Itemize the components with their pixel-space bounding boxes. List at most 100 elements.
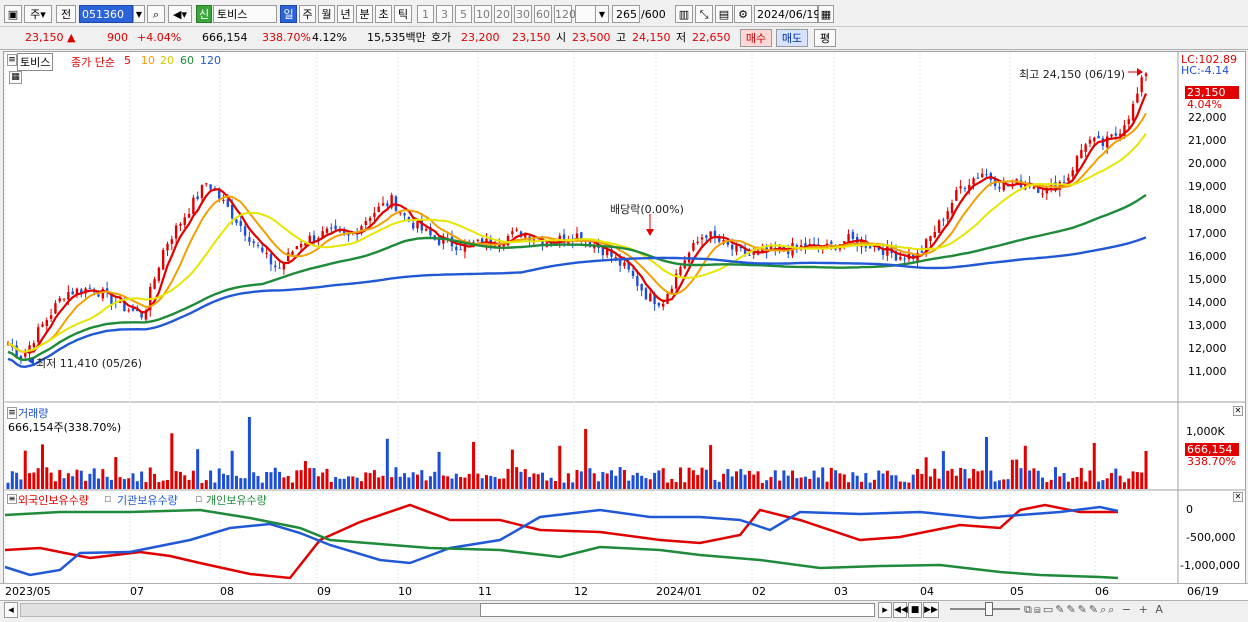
candle-body (209, 184, 212, 190)
fast-forward-icon[interactable]: ▶▶ (923, 602, 939, 618)
candle-body (976, 177, 980, 179)
volume-bar (71, 476, 75, 489)
volume-bar (459, 476, 463, 489)
candle-body (1131, 103, 1135, 121)
volume-bar (209, 470, 213, 489)
volume-bar (1131, 471, 1135, 489)
volume-bar (894, 475, 898, 489)
volume-bar (985, 436, 989, 489)
candle-body (368, 218, 372, 221)
volume-bar (372, 470, 376, 489)
volume-bar (424, 480, 428, 489)
volume-bar (980, 470, 984, 489)
candle-body (88, 287, 92, 289)
volume-bar (416, 474, 420, 489)
volume-bar (213, 482, 217, 489)
volume-bar (1140, 472, 1144, 489)
volume-bar (342, 478, 346, 489)
volume-panel-menu-icon[interactable]: ≡ (7, 407, 17, 419)
volume-bar (497, 478, 501, 489)
volume-bar (597, 481, 601, 489)
legend-individual: 개인보유수량 (206, 494, 267, 507)
legend-foreign: 외국인보유수량 (18, 494, 89, 507)
volume-bar (19, 479, 23, 489)
volume-bar (791, 470, 795, 489)
candle-body (705, 235, 708, 238)
price-y-tick: 19,000 (1188, 180, 1227, 194)
candle-body (459, 249, 462, 251)
volume-bar (515, 467, 519, 489)
candle-body (295, 246, 299, 250)
volume-bar (381, 475, 385, 489)
volume-bar (92, 468, 96, 489)
holding-y-tick-0: 0 (1186, 503, 1193, 516)
candle-body (127, 310, 130, 312)
candle-body (1140, 77, 1143, 93)
foreign-legend-icon: ≡ (7, 494, 17, 504)
candle-body (325, 228, 329, 233)
candle-body (696, 241, 699, 244)
candle-body (291, 251, 294, 255)
volume-bar (295, 470, 299, 489)
volume-bar (881, 473, 885, 489)
volume-bar (691, 470, 695, 489)
scroll-right-icon[interactable]: ▸ (878, 602, 892, 618)
candle-body (1097, 135, 1100, 139)
holding-y-tick-1: -500,000 (1186, 531, 1236, 544)
candle-body (248, 237, 251, 242)
candle-body (377, 206, 380, 213)
scroll-thumb[interactable] (480, 603, 875, 617)
volume-bar (1105, 478, 1109, 489)
candle-body (174, 225, 178, 239)
zoom-slider-handle[interactable] (985, 602, 993, 616)
rewind-icon[interactable]: ◀◀ (893, 602, 908, 618)
volume-close-icon[interactable]: ✕ (1233, 406, 1243, 416)
scroll-left-icon[interactable]: ◂ (4, 602, 18, 618)
volume-bar (717, 481, 721, 489)
x-axis-label: 10 (398, 585, 412, 598)
volume-bar (385, 438, 389, 489)
volume-bar (950, 468, 954, 489)
tool-icons[interactable]: ⧉⧈▭✎✎✎✎⌕⌕ − + A (1024, 603, 1165, 617)
volume-bar (713, 479, 717, 489)
stop-icon[interactable]: ■ (908, 602, 922, 618)
volume-bar (153, 473, 157, 489)
volume-bar (1144, 451, 1148, 489)
candle-body (200, 185, 204, 199)
volume-y-tick: 1,000K (1186, 425, 1225, 438)
candle-body (403, 213, 406, 216)
volume-bar (1066, 481, 1070, 489)
volume-bar (812, 470, 816, 489)
volume-bar (864, 473, 868, 489)
volume-bar (1032, 468, 1036, 489)
volume-bar (23, 450, 27, 489)
volume-bar (928, 476, 932, 489)
candle-body (1088, 139, 1092, 144)
candle-body (899, 256, 902, 260)
volume-bar (855, 475, 859, 489)
candle-body (1075, 155, 1079, 173)
candle-body (32, 343, 36, 348)
candle-body (347, 234, 350, 236)
volume-bar (157, 482, 161, 489)
volume-bar (489, 475, 493, 489)
candle-body (192, 197, 195, 214)
candle-body (230, 204, 234, 219)
volume-bar (394, 467, 398, 489)
volume-bar (747, 470, 751, 489)
scroll-track[interactable] (20, 603, 490, 617)
candle-body (937, 220, 941, 233)
candle-body (187, 213, 191, 218)
candle-body (58, 298, 61, 302)
volume-bar (118, 477, 122, 489)
dividend-arrowhead-icon (646, 229, 654, 236)
holding-close-icon[interactable]: ✕ (1233, 492, 1243, 502)
panel-menu-icon[interactable]: ≡ (7, 54, 17, 66)
grid-toggle-icon[interactable]: ▦ (9, 71, 22, 84)
candle-body (437, 239, 441, 245)
volume-bar (726, 469, 730, 489)
volume-bar (1028, 470, 1032, 489)
volume-bar (122, 479, 126, 489)
volume-bar (670, 478, 674, 489)
volume-bar (428, 476, 432, 489)
